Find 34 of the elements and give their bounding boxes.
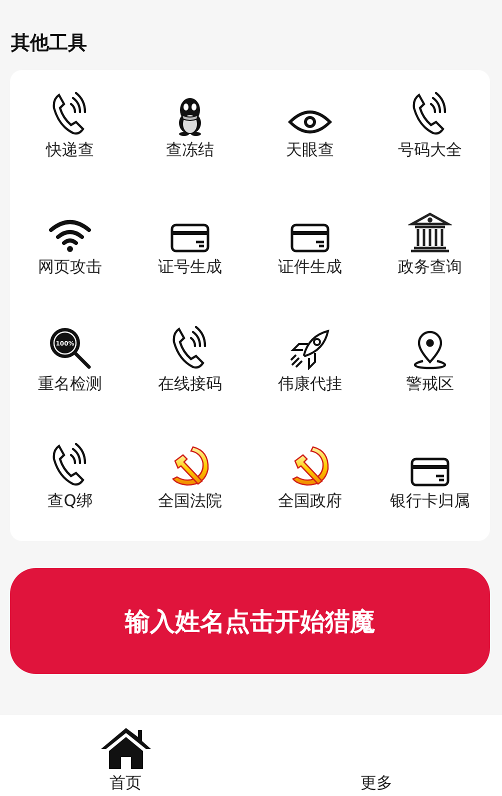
phone-icon	[51, 92, 89, 136]
nav-tab[interactable]: 更多	[251, 715, 502, 796]
rocket-icon	[289, 328, 331, 370]
phone-icon	[411, 92, 449, 136]
home-icon	[98, 725, 152, 771]
nav-tab[interactable]: 首页	[0, 715, 251, 796]
card-icon	[290, 223, 330, 253]
tool-item[interactable]: 银行卡归属	[370, 421, 490, 538]
tool-item[interactable]: 号码大全	[370, 70, 490, 187]
eye-icon	[288, 108, 332, 136]
section-title: 其他工具	[11, 31, 87, 55]
bank-icon	[408, 211, 452, 253]
tool-item[interactable]: 证号生成	[130, 187, 250, 304]
tool-item[interactable]: 全国政府	[250, 421, 370, 538]
tool-item[interactable]: 快递查	[10, 70, 130, 187]
emblem-icon	[169, 445, 211, 487]
start-button[interactable]: 输入姓名点击开始猎魔	[10, 568, 490, 674]
card-icon	[170, 223, 210, 253]
tool-item[interactable]: 天眼查	[250, 70, 370, 187]
tool-item[interactable]: 警戒区	[370, 304, 490, 421]
tool-item[interactable]: 查冻结	[130, 70, 250, 187]
phone-icon	[51, 443, 89, 487]
tool-item[interactable]: 证件生成	[250, 187, 370, 304]
tool-item[interactable]: 全国法院	[130, 421, 250, 538]
tool-item[interactable]: 政务查询	[370, 187, 490, 304]
phone-icon	[171, 326, 209, 370]
tool-item[interactable]: 网页攻击	[10, 187, 130, 304]
tool-item[interactable]: 在线接码	[130, 304, 250, 421]
emblem-icon	[289, 445, 331, 487]
location-pin-icon	[413, 330, 447, 370]
tool-item[interactable]: 伟康代挂	[250, 304, 370, 421]
tool-item[interactable]: 查Q绑	[10, 421, 130, 538]
wifi-icon	[48, 219, 92, 253]
card-icon	[410, 457, 450, 487]
